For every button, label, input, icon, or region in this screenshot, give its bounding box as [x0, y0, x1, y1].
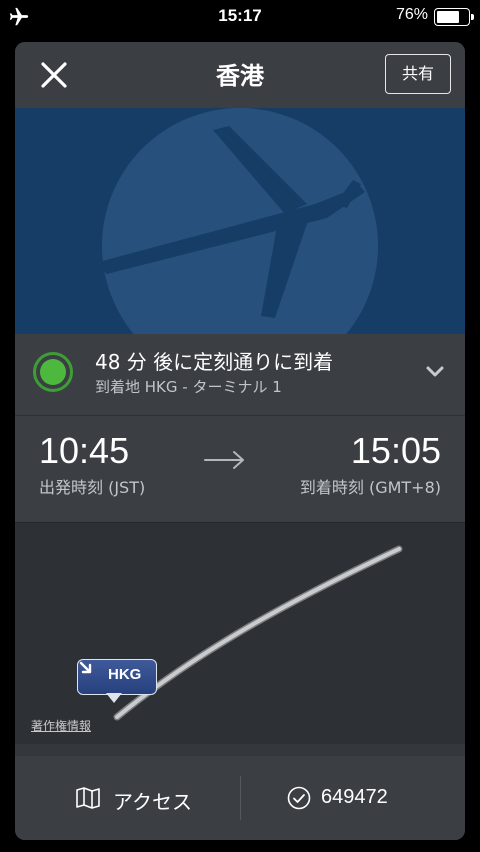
arrival-time: 15:05: [350, 430, 441, 471]
status-destination: 到着地 HKG - ターミナル 1: [95, 378, 282, 396]
access-button[interactable]: アクセス: [15, 756, 240, 840]
flight-map[interactable]: HKG 著作権情報: [15, 522, 465, 744]
flight-path: [113, 545, 403, 721]
copyright-link[interactable]: 著作権情報: [31, 717, 91, 734]
confirmation-button[interactable]: 649472: [241, 756, 465, 840]
confirmation-number: 649472: [321, 786, 388, 808]
battery-fill: [437, 11, 459, 23]
status-bar: 15:17 76%: [0, 0, 480, 34]
status-indicator: [33, 352, 73, 392]
airport-code: HKG: [108, 666, 142, 683]
brand-logo-icon: [95, 108, 378, 334]
hero-banner: [15, 108, 465, 334]
arrival-label: 到着時刻 (GMT+8): [299, 478, 441, 497]
airport-pin[interactable]: HKG: [77, 659, 157, 695]
map-icon: [76, 787, 100, 809]
footer-actions: アクセス 649472: [15, 744, 465, 840]
arrow-right-icon: [204, 451, 244, 469]
departure-time: 10:45: [39, 430, 130, 471]
arrival-arrow-icon: [79, 661, 92, 674]
flight-card: 香港 共有 48 分 後に定刻通りに到着 到着地 HKG - ターミナル 1 1…: [15, 42, 465, 840]
departure-label: 出発時刻 (JST): [39, 478, 146, 497]
status-message: 48 分 後に定刻通りに到着: [95, 350, 334, 374]
airport-pin-tail: [106, 693, 122, 703]
battery-icon: [434, 8, 474, 26]
check-circle-icon: [287, 786, 311, 810]
status-indicator-fill: [40, 359, 66, 385]
access-label: アクセス: [113, 790, 192, 814]
battery-tip: [471, 14, 474, 20]
flight-times: 10:45 出発時刻 (JST) 15:05 到着時刻 (GMT+8): [15, 416, 465, 522]
header: 香港 共有: [15, 42, 465, 108]
share-button[interactable]: 共有: [385, 54, 451, 94]
flight-status-row[interactable]: 48 分 後に定刻通りに到着 到着地 HKG - ターミナル 1: [15, 334, 465, 416]
chevron-down-icon[interactable]: [421, 358, 449, 386]
battery-percent: 76%: [395, 6, 428, 23]
